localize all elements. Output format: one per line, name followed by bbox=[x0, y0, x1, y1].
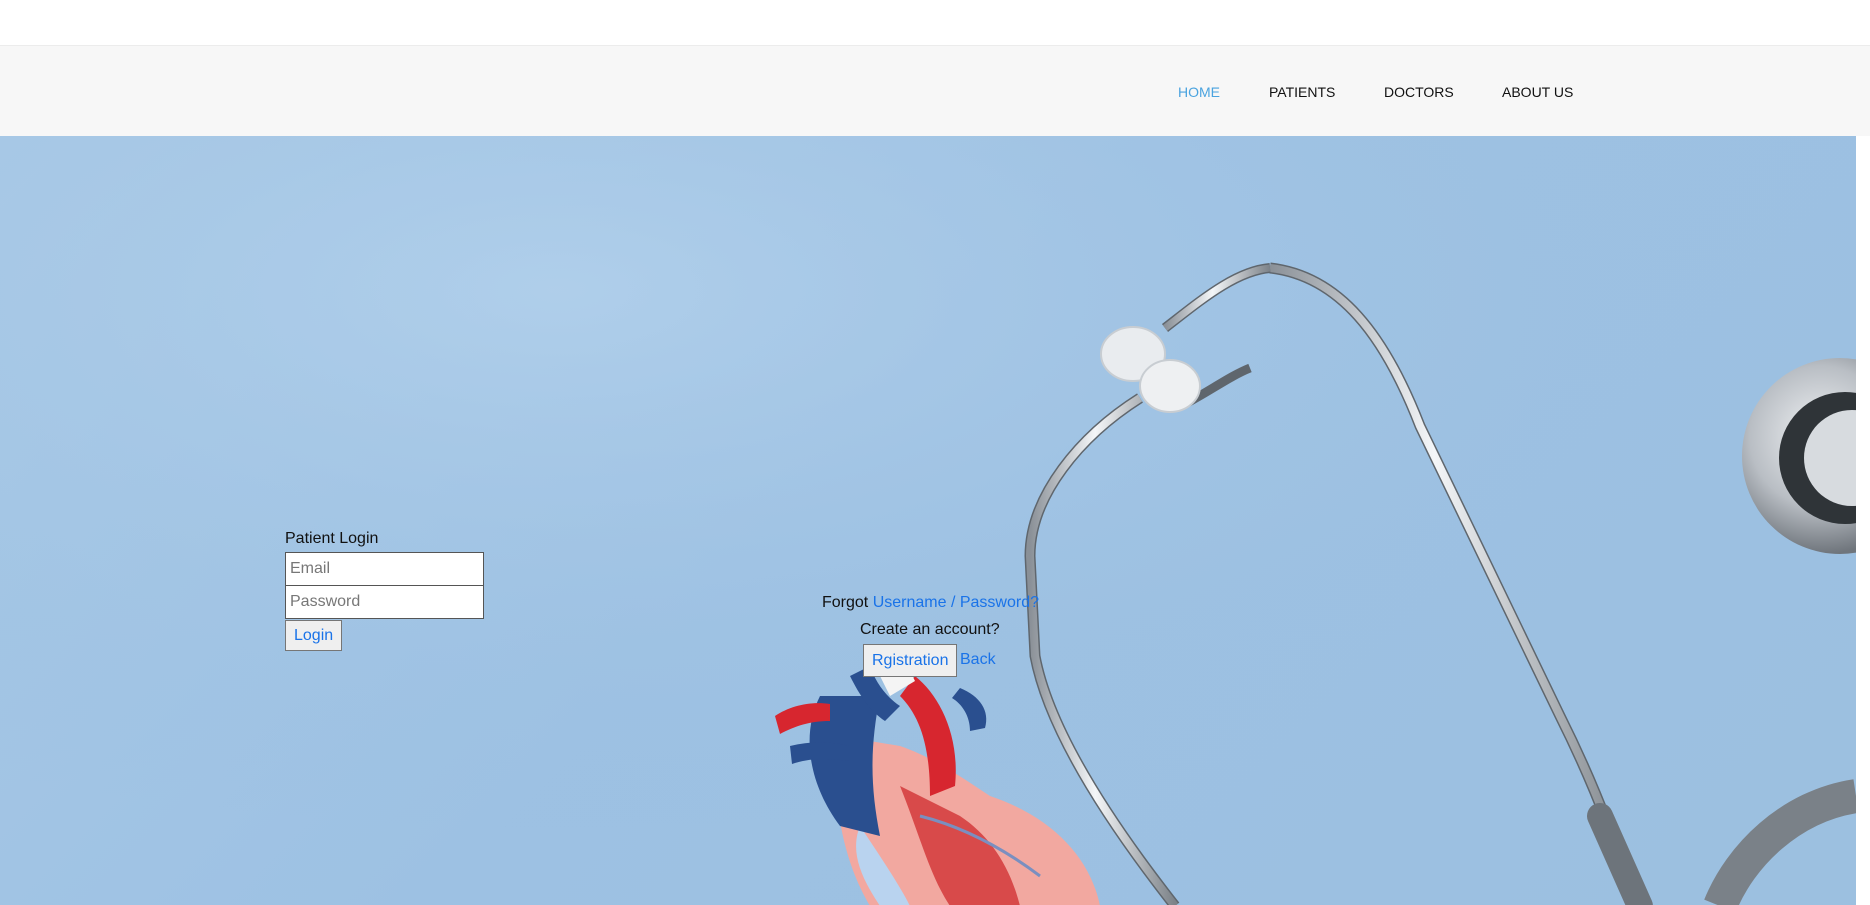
create-account-text: Create an account? bbox=[860, 621, 1000, 638]
navbar: HOME PATIENTS DOCTORS ABOUT US bbox=[0, 45, 1870, 136]
back-link[interactable]: Back bbox=[960, 651, 996, 669]
registration-button[interactable]: Rgistration bbox=[863, 644, 958, 677]
nav-doctors[interactable]: DOCTORS bbox=[1384, 84, 1454, 100]
nav-home[interactable]: HOME bbox=[1178, 84, 1220, 100]
nav-patients[interactable]: PATIENTS bbox=[1269, 84, 1335, 100]
password-field[interactable] bbox=[285, 585, 484, 619]
hero-background bbox=[0, 136, 1856, 905]
forgot-credentials-link[interactable]: Username / Password? bbox=[873, 594, 1039, 611]
login-button[interactable]: Login bbox=[285, 620, 343, 651]
login-title: Patient Login bbox=[285, 530, 379, 547]
nav-about-us[interactable]: ABOUT US bbox=[1502, 84, 1573, 100]
email-field[interactable] bbox=[285, 552, 484, 586]
stethoscope-heart-image bbox=[0, 136, 1856, 905]
page: HOME PATIENTS DOCTORS ABOUT US Patient L… bbox=[0, 0, 1870, 905]
forgot-prefix: Forgot bbox=[822, 594, 869, 611]
forgot-line: Forgot Username / Password? bbox=[822, 594, 1039, 612]
